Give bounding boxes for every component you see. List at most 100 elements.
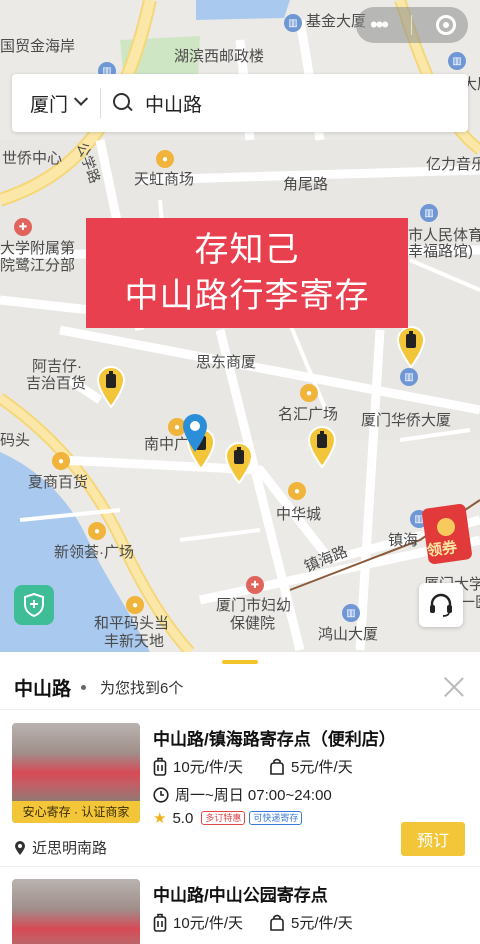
bag-icon (270, 914, 284, 931)
large-price-text: 10元/件/天 (173, 915, 244, 932)
small-price-text: 5元/件/天 (291, 759, 353, 776)
shopping-icon: ● (156, 150, 174, 168)
shopping-icon: ● (126, 596, 144, 614)
hours-text: 周一~周日 07:00~24:00 (175, 787, 332, 804)
more-icon[interactable]: ••• (370, 7, 389, 43)
map-label: 码头 (0, 432, 31, 449)
price-row: 10元/件/天 5元/件/天 (153, 912, 379, 933)
store-name: 中山路/中山公园寄存点 (153, 886, 328, 905)
storage-pin[interactable] (224, 442, 254, 484)
large-price-text: 10元/件/天 (173, 759, 244, 776)
map-label: 国贸金海岸 (0, 38, 76, 55)
storage-pin[interactable] (396, 326, 426, 368)
shield-icon (24, 593, 44, 617)
map-label: 幸福路馆) (408, 243, 473, 260)
coupon-button[interactable]: 领券 (421, 503, 473, 565)
sheet-handle[interactable] (222, 660, 258, 664)
map-label: 思东商厦 (196, 354, 257, 371)
rating-value: 5.0 (172, 809, 194, 827)
map-label: 院鹭江分部 (0, 257, 76, 274)
express-tag: 可快递寄存 (249, 811, 303, 825)
building-icon: ▥ (400, 368, 418, 386)
search-input[interactable] (145, 92, 426, 114)
map-label: 湖滨西邮政楼 (174, 48, 265, 65)
map-label: 角尾路 (283, 176, 329, 193)
bag-icon (270, 758, 284, 775)
storage-pin[interactable] (96, 366, 126, 408)
large-luggage-price: 10元/件/天 (153, 912, 243, 933)
rating-row: ★ 5.0 多订特惠 可快递寄存 (153, 809, 306, 827)
price-row: 10元/件/天 5元/件/天 (153, 756, 379, 777)
store-photo (12, 879, 140, 944)
hospital-icon: ✚ (14, 218, 32, 236)
city-label: 厦门 (30, 94, 69, 116)
result-count: 为您找到6个 (100, 680, 184, 697)
sheet-title: 中山路 (14, 679, 72, 700)
results-sheet: 中山路 为您找到6个 安心寄存 · 认证商家 中山路/镇海路寄存点（便利店） 1… (0, 652, 480, 944)
map-label: 镇海 (388, 532, 419, 549)
building-icon: ▥ (342, 604, 360, 622)
star-icon: ★ (153, 810, 167, 827)
chevron-down-icon (73, 91, 89, 106)
storage-pin[interactable] (307, 426, 337, 468)
map-label: 厦门市妇幼 (216, 597, 292, 614)
customer-service-button[interactable] (419, 583, 463, 627)
large-luggage-price: 10元/件/天 (153, 756, 243, 777)
hours-row: 周一~周日 07:00~24:00 (153, 784, 332, 805)
close-program-icon[interactable] (435, 15, 456, 35)
address-row: 近思明南路 (14, 837, 107, 858)
store-card[interactable]: 中山路/中山公园寄存点 10元/件/天 5元/件/天 (0, 867, 480, 944)
shopping-icon: ● (288, 482, 306, 500)
map-label: 鸿山大厦 (318, 626, 379, 643)
building-icon: ▥ (448, 52, 466, 70)
map-label: 夏商百货 (28, 474, 89, 491)
sheet-header: 中山路 为您找到6个 (0, 666, 480, 710)
map-label: 一医 (460, 594, 480, 611)
banner-line-1: 存知己 (194, 231, 300, 269)
shopping-icon: ● (88, 522, 106, 540)
map-label: 阿吉仔· (32, 358, 82, 375)
close-icon[interactable] (442, 675, 466, 699)
map-label: 大学附属第 (0, 240, 76, 257)
separator-dot (81, 685, 87, 690)
building-icon: ▥ (284, 14, 302, 32)
map-label: 和平码头当 (94, 615, 170, 632)
suitcase-icon (153, 757, 167, 776)
suitcase-icon (153, 913, 167, 932)
small-luggage-price: 5元/件/天 (269, 912, 353, 933)
map-label: 丰新天地 (104, 633, 165, 650)
store-photo: 安心寄存 · 认证商家 (12, 723, 140, 823)
map-label: 世侨中心 (2, 150, 63, 167)
banner-line-2: 中山路行李寄存 (124, 277, 370, 315)
headset-icon (430, 593, 452, 617)
map-label: 新领荟·广场 (54, 544, 134, 561)
certified-badge: 安心寄存 · 认证商家 (12, 801, 140, 823)
shopping-icon: ● (52, 452, 70, 470)
capsule-divider (411, 15, 413, 35)
map-view[interactable]: 国贸金海岸 基金大厦 湖滨西邮政楼 世侨中心 公学路 天虹商场 角尾路 亿力音乐… (0, 0, 480, 652)
safety-button[interactable] (14, 585, 54, 625)
coupon-label: 领券 (426, 538, 459, 560)
map-label: 天虹商场 (134, 171, 195, 188)
discount-tag: 多订特惠 (201, 811, 246, 825)
shopping-icon: ● (300, 384, 318, 402)
small-luggage-price: 5元/件/天 (269, 756, 353, 777)
location-pin-icon (181, 413, 209, 458)
mini-program-capsule: ••• (356, 7, 468, 43)
map-label: 名汇广场 (278, 406, 339, 423)
search-divider (100, 88, 102, 118)
clock-icon (153, 786, 169, 803)
map-label: 吉治百货 (26, 375, 87, 392)
city-selector[interactable]: 厦门 (30, 90, 89, 117)
search-bar: 厦门 (12, 74, 468, 132)
store-name: 中山路/镇海路寄存点（便利店） (153, 730, 396, 749)
store-card[interactable]: 安心寄存 · 认证商家 中山路/镇海路寄存点（便利店） 10元/件/天 5元/件… (0, 711, 480, 867)
hospital-icon: ✚ (246, 576, 264, 594)
map-label: 厦门华侨大厦 (361, 412, 452, 429)
address-text: 近思明南路 (32, 840, 108, 857)
map-marker-icon (15, 840, 25, 855)
small-price-text: 5元/件/天 (291, 915, 353, 932)
book-button[interactable]: 预订 (401, 822, 465, 856)
building-icon: ▥ (420, 204, 438, 222)
map-label: 保健院 (230, 615, 276, 632)
